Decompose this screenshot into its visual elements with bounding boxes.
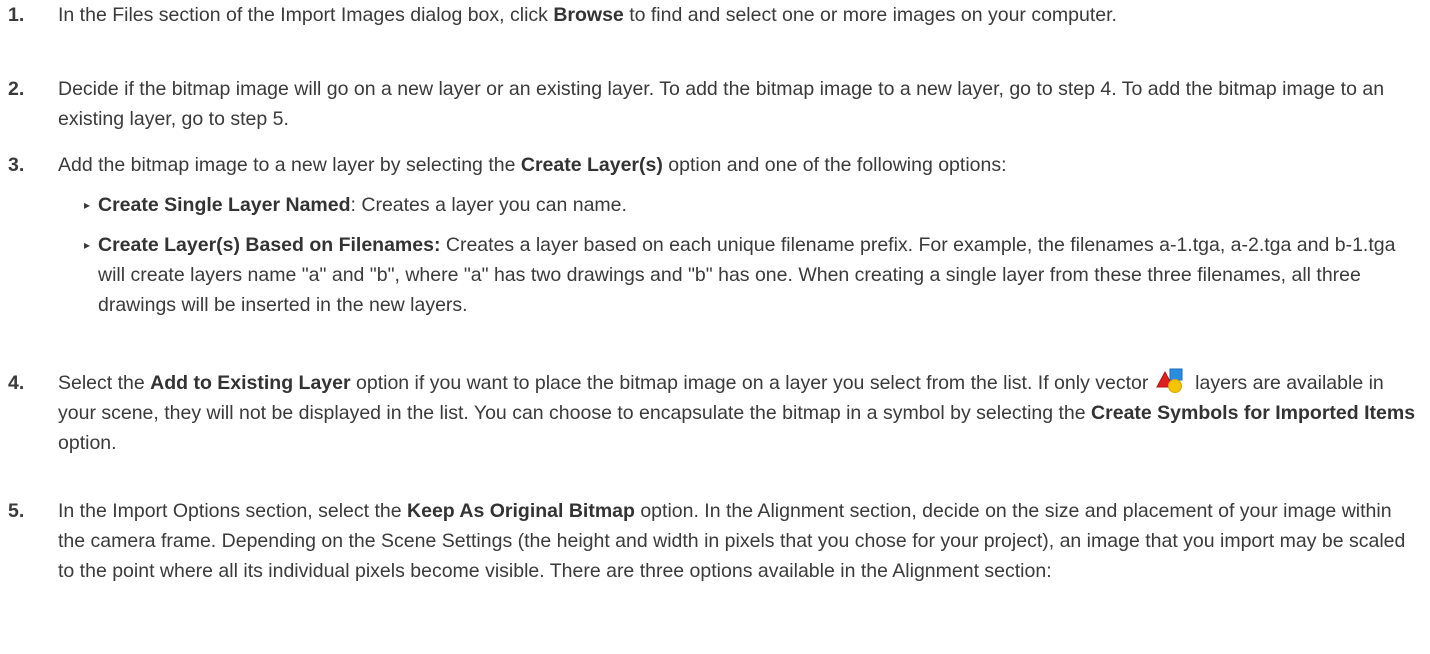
- keep-as-original-bitmap-keyword: Keep As Original Bitmap: [407, 500, 635, 522]
- instruction-document: 1. In the Files section of the Import Im…: [0, 0, 1430, 654]
- option-name: Create Single Layer Named: [98, 194, 351, 216]
- step-text: Decide if the bitmap image will go on a …: [58, 78, 1385, 130]
- add-to-existing-layer-keyword: Add to Existing Layer: [150, 372, 351, 394]
- step-number: 3.: [8, 154, 25, 176]
- create-layers-keyword: Create Layer(s): [520, 154, 663, 176]
- step-number: 4.: [8, 372, 25, 394]
- create-symbols-keyword: Create Symbols for Imported Items: [1091, 402, 1416, 424]
- browse-keyword: Browse: [553, 4, 624, 26]
- step-number: 2.: [8, 78, 25, 100]
- bullet-icon: ▸: [84, 198, 91, 212]
- step-text: In the Files section of the Import Image…: [58, 4, 1117, 26]
- list-item-text: Create Single Layer Named: Creates a lay…: [98, 194, 627, 216]
- list-item-text: Create Layer(s) Based on Filenames: Crea…: [98, 234, 1396, 316]
- step-text: Select the Add to Existing Layer option …: [58, 368, 1418, 458]
- bullet-icon: ▸: [84, 238, 91, 252]
- option-name: Create Layer(s) Based on Filenames:: [98, 234, 441, 256]
- step-number: 5.: [8, 500, 25, 522]
- step-text: In the Import Options section, select th…: [58, 500, 1406, 582]
- step-number: 1.: [8, 4, 25, 26]
- step-text: Add the bitmap image to a new layer by s…: [58, 154, 1007, 176]
- vector-layer-icon: [1155, 368, 1186, 393]
